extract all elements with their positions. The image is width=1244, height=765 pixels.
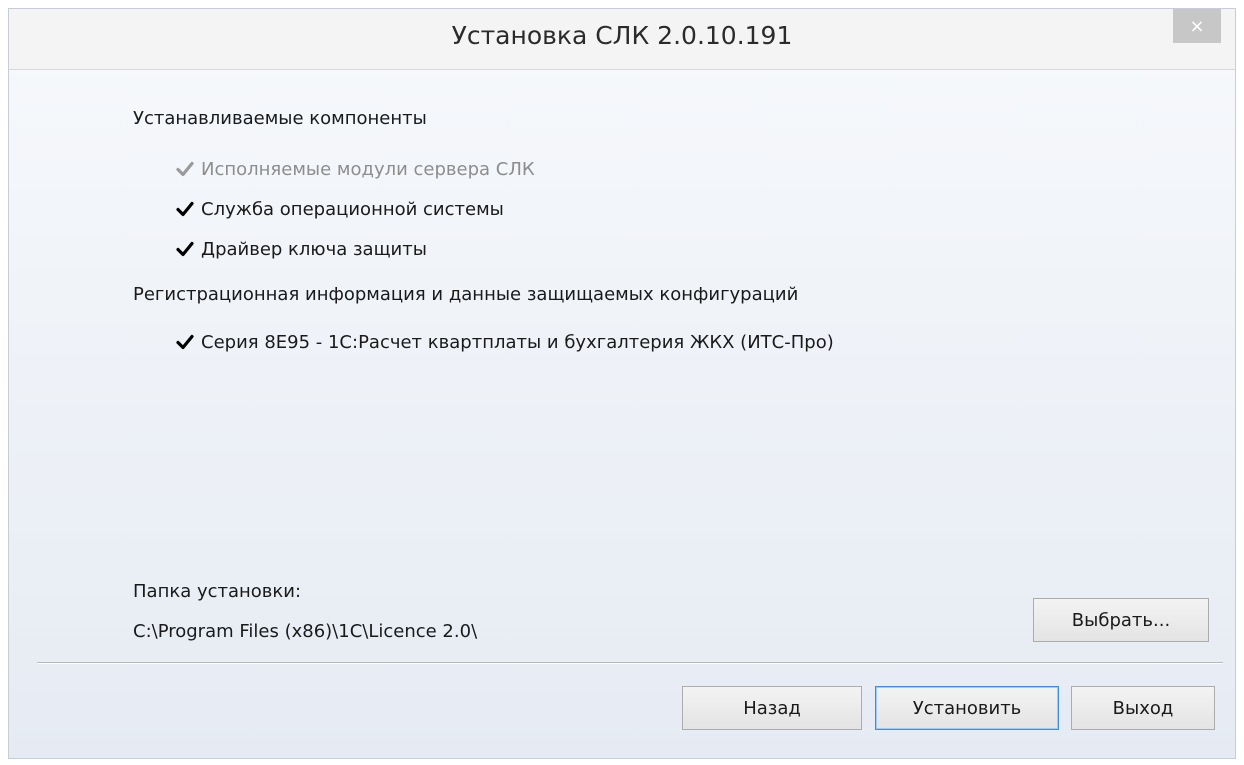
window-title: Установка СЛК 2.0.10.191 <box>451 21 793 50</box>
title-bar[interactable]: Установка СЛК 2.0.10.191 × <box>9 9 1235 70</box>
checkbox-series-8e95[interactable]: Серия 8E95 - 1С:Расчет квартплаты и бухг… <box>175 329 834 355</box>
checkbox-icon[interactable] <box>175 239 195 259</box>
back-button[interactable]: Назад <box>682 686 862 730</box>
separator <box>37 662 1223 664</box>
browse-button[interactable]: Выбрать... <box>1033 598 1209 642</box>
checkbox-icon[interactable] <box>175 332 195 352</box>
registration-heading: Регистрационная информация и данные защи… <box>133 284 799 305</box>
installer-window: Установка СЛК 2.0.10.191 × Устанавливаем… <box>8 8 1236 759</box>
checkbox-icon[interactable] <box>175 199 195 219</box>
checkmark-icon <box>176 161 194 177</box>
checkbox-os-service[interactable]: Служба операционной системы <box>175 196 504 222</box>
checkbox-label[interactable]: Драйвер ключа защиты <box>201 239 427 260</box>
install-folder-label: Папка установки: <box>133 581 302 602</box>
close-icon: × <box>1189 15 1205 37</box>
checkbox-label: Исполняемые модули сервера СЛК <box>201 158 535 180</box>
exit-button[interactable]: Выход <box>1071 686 1215 730</box>
checkbox-label[interactable]: Серия 8E95 - 1С:Расчет квартплаты и бухг… <box>201 332 834 353</box>
install-folder-path: C:\Program Files (x86)\1C\Licence 2.0\ <box>133 621 478 642</box>
install-button[interactable]: Установить <box>875 686 1059 730</box>
checkbox-key-driver[interactable]: Драйвер ключа защиты <box>175 236 427 262</box>
close-button[interactable]: × <box>1173 9 1221 43</box>
checkbox-label[interactable]: Служба операционной системы <box>201 199 504 220</box>
checkbox-server-modules: Исполняемые модули сервера СЛК <box>175 156 535 182</box>
components-heading: Устанавливаемые компоненты <box>133 108 427 129</box>
